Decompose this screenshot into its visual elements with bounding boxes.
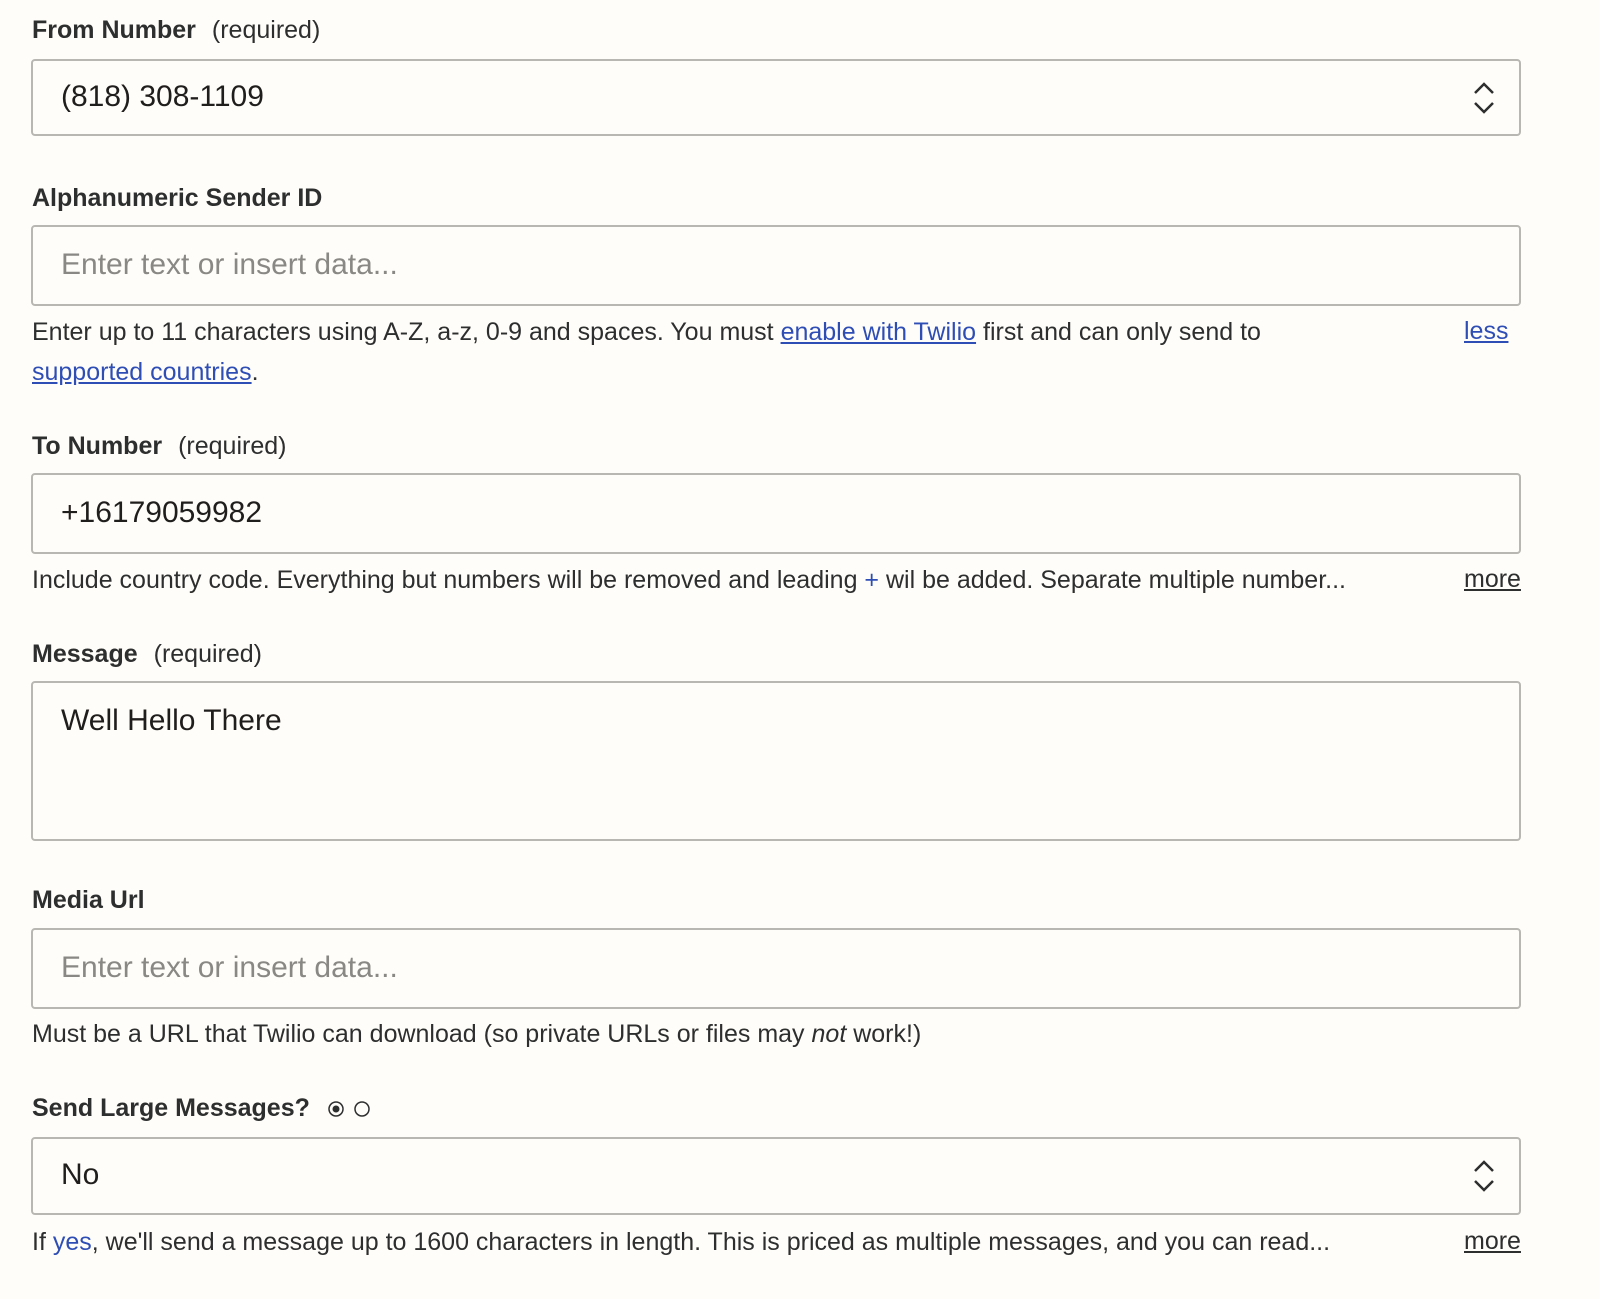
chevron-up-down-icon (1474, 82, 1494, 114)
sender-id-help-period: . (251, 358, 259, 386)
media-url-input[interactable]: Enter text or insert data... (31, 928, 1521, 1009)
send-large-value: No (61, 1158, 100, 1191)
media-url-help-emphasis: not (811, 1020, 847, 1048)
to-number-help-text-a: Include country code. Everything but num… (32, 566, 865, 594)
message-label-text: Message (32, 640, 138, 668)
message-value: Well Hello There (61, 704, 282, 737)
to-number-help-text-b: wil be added. Separate multiple number..… (879, 566, 1346, 594)
sender-id-help-text-a: Enter up to 11 characters using A-Z, a-z… (32, 318, 781, 346)
yes-highlight: yes (52, 1228, 92, 1256)
from-number-value: (818) 308-1109 (61, 80, 264, 113)
to-number-value: +16179059982 (61, 496, 263, 529)
less-toggle-link[interactable]: less (1464, 317, 1508, 346)
sender-id-help-text-b: first and can only send to (976, 318, 1261, 346)
sender-id-help-line2: supported countries. (32, 358, 259, 387)
to-number-help: Include country code. Everything but num… (32, 566, 1346, 595)
send-large-help: If yes, we'll send a message up to 1600 … (32, 1228, 1330, 1257)
send-large-label-text: Send Large Messages? (32, 1094, 310, 1122)
sender-id-help-line1: Enter up to 11 characters using A-Z, a-z… (32, 318, 1261, 347)
media-url-help: Must be a URL that Twilio can download (… (32, 1020, 921, 1049)
send-large-help-rest: , we'll send a message up to 1600 charac… (91, 1228, 1331, 1256)
send-large-help-if: If (32, 1228, 53, 1256)
send-large-label: Send Large Messages? (32, 1094, 310, 1123)
sender-id-placeholder: Enter text or insert data... (61, 248, 398, 281)
send-large-more-toggle[interactable]: more (1464, 1227, 1521, 1256)
required-indicator: (required) (178, 432, 287, 460)
to-number-label: To Number (required) (32, 432, 286, 461)
to-number-label-text: To Number (32, 432, 163, 460)
plus-sign-highlight: + (864, 566, 880, 594)
media-url-placeholder: Enter text or insert data... (61, 951, 398, 984)
radio-unselected-icon[interactable] (353, 1100, 371, 1118)
send-large-select[interactable]: No (31, 1137, 1521, 1215)
media-url-help-text-b: work!) (846, 1020, 922, 1048)
message-textarea[interactable]: Well Hello There (31, 681, 1521, 841)
media-url-label: Media Url (32, 886, 145, 914)
to-number-input[interactable]: +16179059982 (31, 473, 1521, 554)
media-url-help-text-a: Must be a URL that Twilio can download (… (32, 1020, 812, 1048)
chevron-up-down-icon (1474, 1160, 1494, 1192)
to-number-more-toggle[interactable]: more (1464, 565, 1521, 594)
from-number-label: From Number (required) (32, 16, 320, 45)
required-indicator: (required) (211, 16, 321, 44)
message-label: Message (required) (32, 640, 262, 669)
radio-selected-icon[interactable] (327, 1100, 345, 1118)
sender-id-input[interactable]: Enter text or insert data... (31, 225, 1521, 306)
from-number-select[interactable]: (818) 308-1109 (31, 59, 1521, 136)
enable-with-twilio-link[interactable]: enable with Twilio (781, 318, 976, 346)
sender-id-label: Alphanumeric Sender ID (32, 184, 323, 212)
supported-countries-link[interactable]: supported countries (32, 358, 252, 386)
from-number-label-text: From Number (32, 16, 196, 44)
required-indicator: (required) (153, 640, 262, 668)
